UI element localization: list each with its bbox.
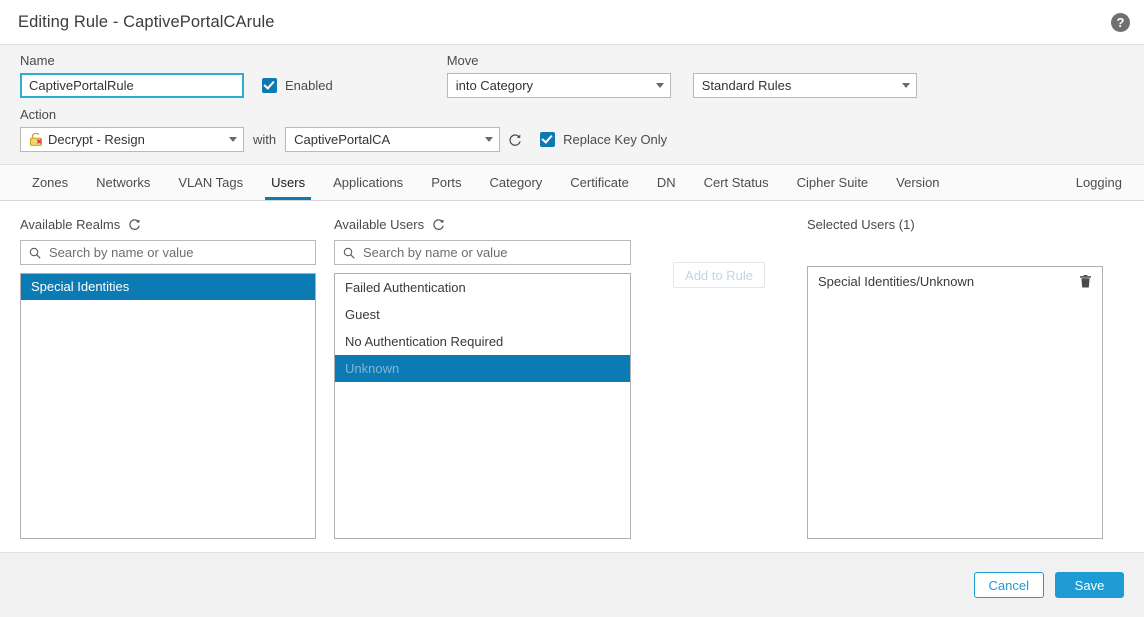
tab-label: Applications [333,175,403,190]
action-label: Action [20,107,244,122]
with-label: with [253,127,276,152]
tab-label: Logging [1076,175,1122,190]
form-row-name: Name Enabled Move into Category Standard… [20,53,1124,98]
move-position-select[interactable]: into Category [447,73,671,98]
available-users-panel: Available Users Failed Authentication Gu… [334,215,631,539]
selected-users-list[interactable]: Special Identities/Unknown [807,266,1103,539]
available-users-title: Available Users [334,217,424,232]
available-realms-title: Available Realms [20,217,120,232]
chevron-down-icon [656,83,664,88]
tab-label: Category [490,175,543,190]
available-realms-header: Available Realms [20,215,316,233]
list-item[interactable]: Special Identities/Unknown [808,267,1102,295]
tab-label: Users [271,175,305,190]
rule-name-input[interactable] [20,73,244,98]
tab-label: DN [657,175,676,190]
tab-label: Networks [96,175,150,190]
form-row-action: Action Decrypt - Resign with CaptivePort… [20,107,1124,152]
tab-spacer [954,165,1062,200]
replace-key-checkbox[interactable]: Replace Key Only [540,127,667,152]
chevron-down-icon [229,137,237,142]
certificate-value: CaptivePortalCA [294,132,479,147]
selected-users-header: Selected Users (1) [807,215,1103,233]
realms-search-box[interactable] [20,240,316,265]
add-to-rule-container: Add to Rule [631,215,807,539]
available-users-list[interactable]: Failed Authentication Guest No Authentic… [334,273,631,539]
list-item[interactable]: Unknown [335,355,630,382]
tab-label: Cert Status [704,175,769,190]
available-realms-list[interactable]: Special Identities [20,273,316,539]
name-label: Name [20,53,244,68]
tab-label: Version [896,175,939,190]
tab-logging[interactable]: Logging [1062,165,1144,200]
dialog-footer: Cancel Save [0,552,1144,617]
tab-applications[interactable]: Applications [319,165,417,200]
move-target-value: Standard Rules [702,78,896,93]
replace-key-checkbox-box [540,132,555,147]
enabled-checkbox-label: Enabled [285,78,333,93]
search-icon [343,247,355,259]
action-value: Decrypt - Resign [48,132,223,147]
tab-label: Zones [32,175,68,190]
help-circle-icon[interactable]: ? [1111,13,1130,32]
realms-search-input[interactable] [47,244,307,261]
list-item[interactable]: No Authentication Required [335,328,630,355]
list-item[interactable]: Failed Authentication [335,274,630,301]
move-position-value: into Category [456,78,650,93]
tab-label: Ports [431,175,461,190]
move-field-group: Move into Category [447,53,671,98]
tab-users[interactable]: Users [257,165,319,200]
dialog-titlebar: Editing Rule - CaptivePortalCArule ? [0,0,1144,45]
trash-icon[interactable] [1079,274,1092,289]
list-item[interactable]: Guest [335,301,630,328]
tab-vlan-tags[interactable]: VLAN Tags [164,165,257,200]
move-target-select[interactable]: Standard Rules [693,73,917,98]
refresh-users-icon[interactable] [432,218,445,231]
tab-label: Certificate [570,175,629,190]
tab-category[interactable]: Category [476,165,557,200]
action-field-group: Action Decrypt - Resign [20,107,244,152]
tab-zones[interactable]: Zones [18,165,82,200]
available-users-header: Available Users [334,215,631,233]
tab-dn[interactable]: DN [643,165,690,200]
tab-cipher-suite[interactable]: Cipher Suite [783,165,883,200]
tab-label: Cipher Suite [797,175,869,190]
refresh-realms-icon[interactable] [128,218,141,231]
tab-label: VLAN Tags [178,175,243,190]
users-tab-panels: Available Realms Special Identities [0,201,1144,539]
save-button[interactable]: Save [1055,572,1124,598]
chevron-down-icon [485,137,493,142]
name-field-group: Name [20,53,244,98]
move-label: Move [447,53,671,68]
replace-key-checkbox-label: Replace Key Only [563,132,667,147]
selected-users-title: Selected Users (1) [807,217,915,232]
move-target-group: Standard Rules [693,73,917,98]
tab-networks[interactable]: Networks [82,165,164,200]
enabled-checkbox-box [262,78,277,93]
search-icon [29,247,41,259]
certificate-select[interactable]: CaptivePortalCA [285,127,500,152]
add-to-rule-button[interactable]: Add to Rule [673,262,765,288]
selected-user-label: Special Identities/Unknown [818,274,1079,289]
tab-version[interactable]: Version [882,165,953,200]
tab-certificate[interactable]: Certificate [556,165,643,200]
tab-ports[interactable]: Ports [417,165,475,200]
selected-users-panel: Selected Users (1) Special Identities/Un… [807,215,1103,539]
action-select[interactable]: Decrypt - Resign [20,127,244,152]
list-item[interactable]: Special Identities [21,274,315,300]
chevron-down-icon [902,83,910,88]
rule-tabs: Zones Networks VLAN Tags Users Applicati… [0,165,1144,201]
tab-cert-status[interactable]: Cert Status [690,165,783,200]
users-search-box[interactable] [334,240,631,265]
decrypt-lock-icon [29,133,43,146]
available-realms-panel: Available Realms Special Identities [20,215,316,539]
rule-form-band: Name Enabled Move into Category Standard… [0,45,1144,165]
refresh-certificates-icon[interactable] [504,127,526,152]
cancel-button[interactable]: Cancel [974,572,1044,598]
page-title: Editing Rule - CaptivePortalCArule [18,13,1111,32]
enabled-checkbox[interactable]: Enabled [262,73,333,98]
users-search-input[interactable] [361,244,622,261]
